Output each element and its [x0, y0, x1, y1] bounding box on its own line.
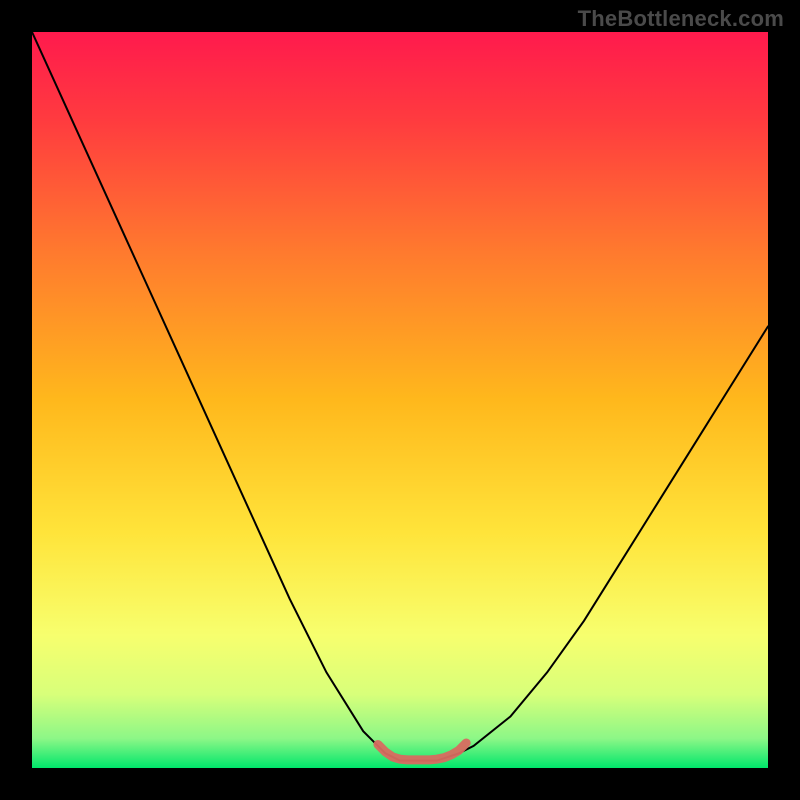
gradient-background — [32, 32, 768, 768]
plot-area — [32, 32, 768, 768]
chart-frame: TheBottleneck.com — [0, 0, 800, 800]
plot-svg — [32, 32, 768, 768]
watermark-text: TheBottleneck.com — [578, 6, 784, 32]
